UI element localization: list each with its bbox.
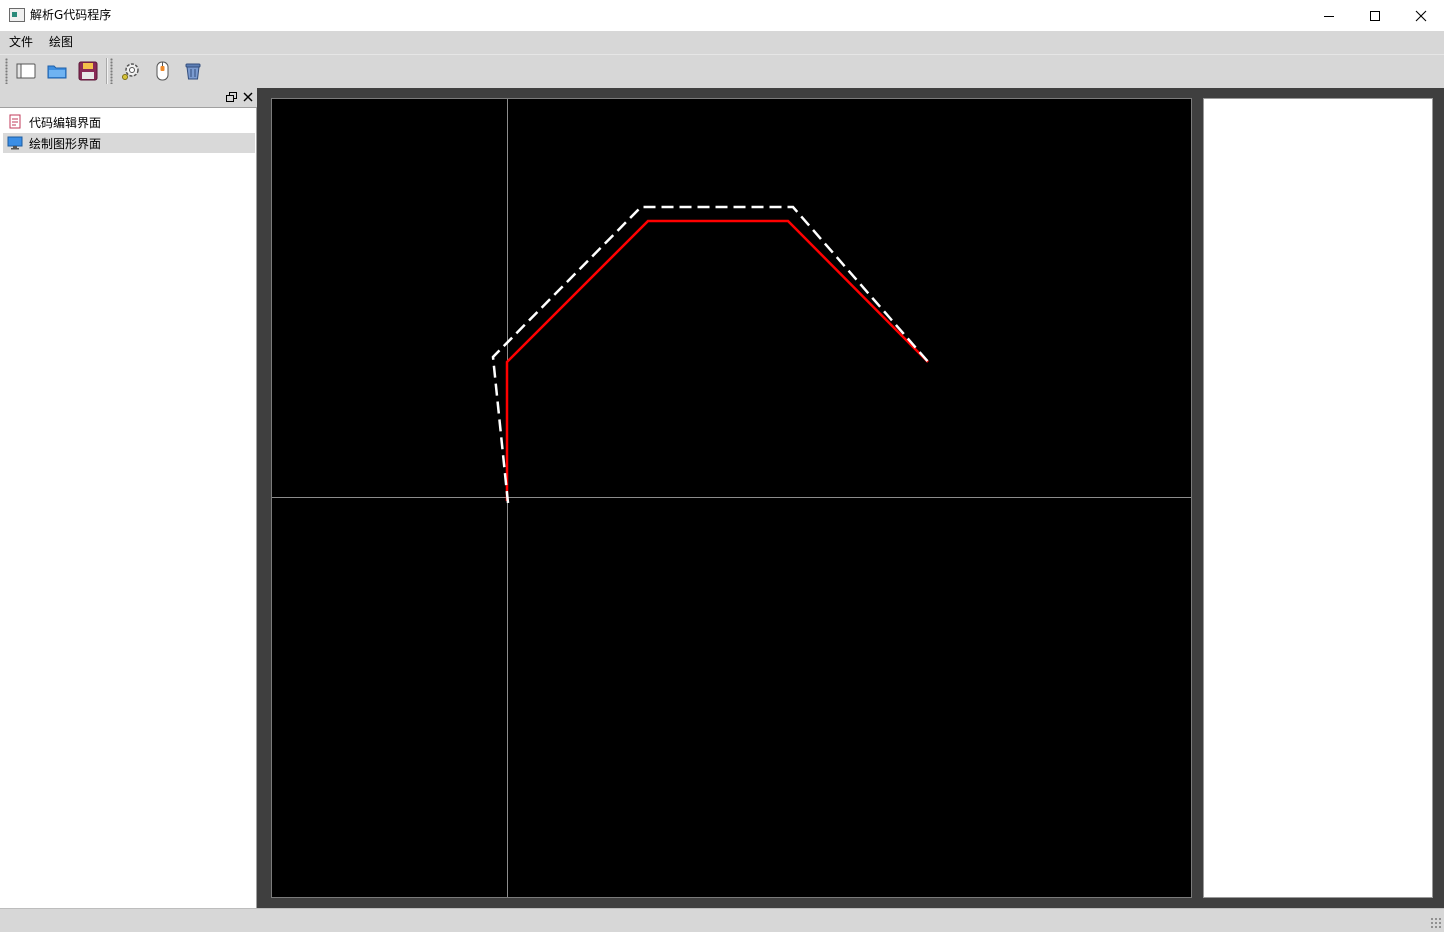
dock-item-drawing[interactable]: 绘制图形界面	[3, 133, 255, 153]
title-bar	[0, 0, 1444, 31]
toolbar-grip-2[interactable]	[110, 58, 113, 84]
right-panel	[1203, 98, 1433, 898]
mouse-button[interactable]	[149, 58, 175, 84]
monitor-icon	[7, 136, 23, 150]
settings-button[interactable]	[118, 58, 144, 84]
new-file-button[interactable]	[13, 58, 39, 84]
window-title: 解析G代码程序	[30, 8, 112, 22]
gcode-plot	[272, 99, 1191, 897]
dock-close-button[interactable]	[242, 90, 254, 104]
new-file-icon	[16, 63, 36, 79]
open-folder-icon	[47, 65, 67, 79]
close-button[interactable]	[1398, 0, 1444, 31]
app-icon	[9, 8, 25, 22]
restore-icon	[226, 92, 237, 102]
status-bar	[0, 908, 1444, 932]
dock-item-label: 代码编辑界面	[29, 115, 102, 130]
menu-draw[interactable]: 绘图	[47, 35, 75, 50]
open-folder-button[interactable]	[44, 58, 70, 84]
maximize-button[interactable]	[1352, 0, 1398, 31]
drawing-canvas[interactable]	[271, 98, 1192, 898]
maximize-icon	[1370, 10, 1380, 21]
document-icon	[9, 114, 21, 129]
menu-file[interactable]: 文件	[7, 35, 35, 50]
tool-path	[505, 219, 929, 501]
minimize-button[interactable]	[1306, 0, 1352, 31]
dock-title-bar[interactable]	[0, 88, 257, 108]
dock-item-label: 绘制图形界面	[29, 136, 102, 151]
trash-icon	[185, 63, 201, 80]
dock-item-code-editor[interactable]: 代码编辑界面	[3, 112, 255, 132]
settings-gear-icon	[122, 63, 139, 80]
dock-panel	[0, 88, 257, 908]
save-button[interactable]	[75, 58, 101, 84]
toolbar-grip[interactable]	[5, 58, 8, 84]
close-icon	[1415, 10, 1427, 21]
dock-float-button[interactable]	[226, 92, 237, 103]
offset-path	[491, 205, 931, 504]
toolbar	[0, 54, 1444, 88]
toolbar-separator	[106, 58, 108, 84]
mouse-icon	[156, 61, 169, 81]
minimize-icon	[1324, 15, 1334, 17]
menu-bar	[0, 31, 1444, 54]
size-grip[interactable]	[1430, 917, 1442, 929]
clear-button[interactable]	[180, 58, 206, 84]
save-disk-icon	[78, 61, 98, 81]
close-icon	[243, 92, 253, 102]
